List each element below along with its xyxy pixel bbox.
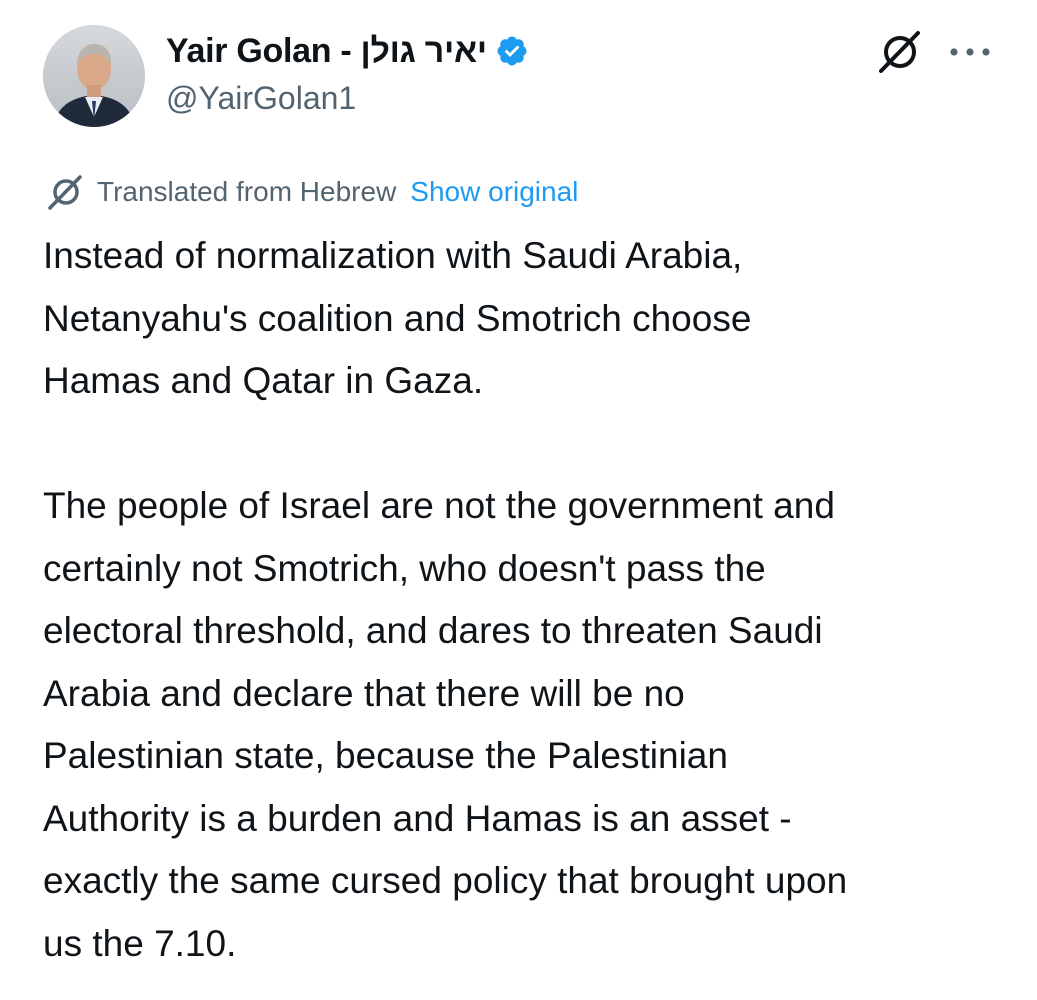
profile-photo-icon bbox=[43, 25, 145, 127]
translate-icon bbox=[45, 172, 85, 212]
translation-label: Translated from Hebrew bbox=[97, 176, 397, 207]
grok-icon bbox=[879, 31, 920, 73]
show-original-link[interactable]: Show original bbox=[410, 176, 578, 208]
tweet-text: Instead of normalization with Saudi Arab… bbox=[43, 225, 1023, 975]
grok-button[interactable] bbox=[872, 28, 926, 76]
author-display-name[interactable]: Yair Golan - יאיר גולן bbox=[166, 32, 487, 71]
avatar[interactable] bbox=[43, 25, 145, 127]
tweet-paragraph: Instead of normalization with Saudi Arab… bbox=[43, 235, 752, 401]
verified-badge-icon bbox=[495, 34, 529, 68]
tweet-paragraph: The people of Israel are not the governm… bbox=[43, 485, 848, 964]
more-options-button[interactable] bbox=[944, 30, 996, 74]
translation-notice: Translated from Hebrew Show original bbox=[45, 172, 578, 212]
more-icon bbox=[950, 48, 990, 56]
author-name-row[interactable]: Yair Golan - יאיר גולן bbox=[166, 28, 529, 74]
author-handle[interactable]: @YairGolan1 bbox=[166, 80, 356, 117]
